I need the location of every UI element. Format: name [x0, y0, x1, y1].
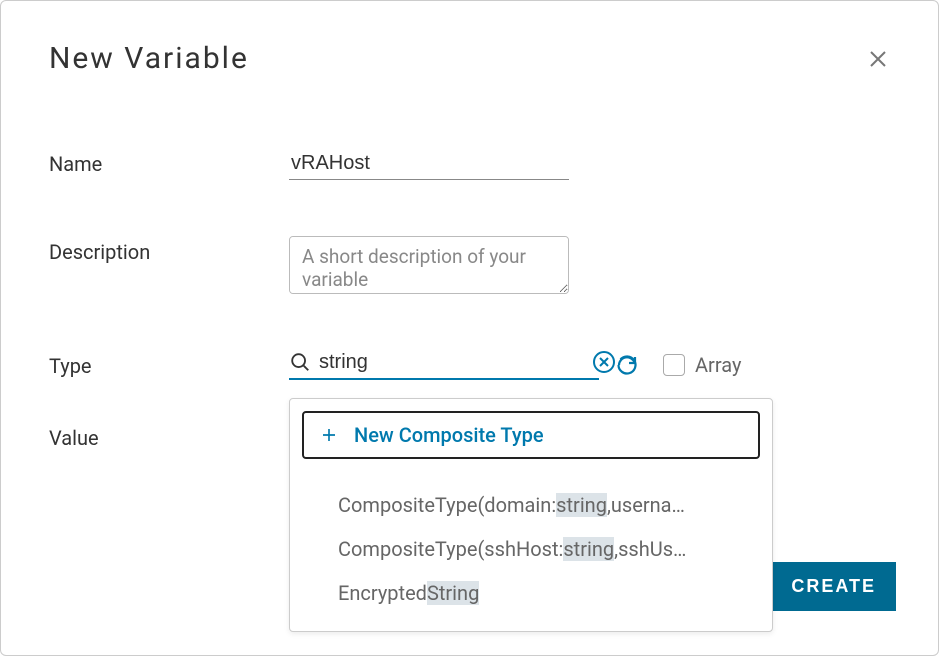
refresh-icon[interactable] — [615, 353, 639, 377]
description-label: Description — [49, 236, 289, 264]
name-row: Name — [49, 148, 890, 180]
description-input[interactable] — [289, 236, 569, 294]
close-button[interactable] — [866, 47, 890, 71]
create-button[interactable]: CREATE — [771, 562, 896, 611]
dropdown-item[interactable]: EncryptedString — [338, 571, 748, 615]
type-input[interactable] — [319, 351, 584, 374]
plus-icon — [320, 426, 338, 444]
type-dropdown-list: CompositeType(domain:string,userna… Comp… — [290, 483, 772, 631]
dropdown-item[interactable]: CompositeType(sshHost:string,sshUs… — [338, 527, 748, 571]
type-dropdown: New Composite Type CompositeType(domain:… — [289, 398, 773, 632]
name-label: Name — [49, 148, 289, 176]
clear-icon[interactable] — [592, 350, 616, 374]
type-controls: Array New Composite Type CompositeType(d… — [289, 350, 741, 380]
type-input-wrap — [289, 350, 599, 380]
array-label: Array — [695, 353, 741, 377]
array-checkbox-wrap: Array — [663, 353, 741, 377]
type-label: Type — [49, 350, 289, 378]
dropdown-item[interactable]: CompositeType(domain:string,userna… — [338, 483, 748, 527]
description-row: Description — [49, 236, 890, 294]
array-checkbox[interactable] — [663, 354, 685, 376]
new-composite-type-label: New Composite Type — [354, 423, 544, 447]
type-row: Type Array — [49, 350, 890, 380]
dialog-title: New Variable — [49, 41, 249, 76]
close-icon — [866, 47, 890, 71]
new-composite-type-button[interactable]: New Composite Type — [302, 411, 760, 459]
value-label: Value — [49, 422, 289, 450]
search-icon — [289, 351, 311, 373]
new-variable-dialog: New Variable Name Description Type — [0, 0, 939, 656]
dialog-header: New Variable — [49, 41, 890, 76]
name-input[interactable] — [289, 148, 569, 180]
